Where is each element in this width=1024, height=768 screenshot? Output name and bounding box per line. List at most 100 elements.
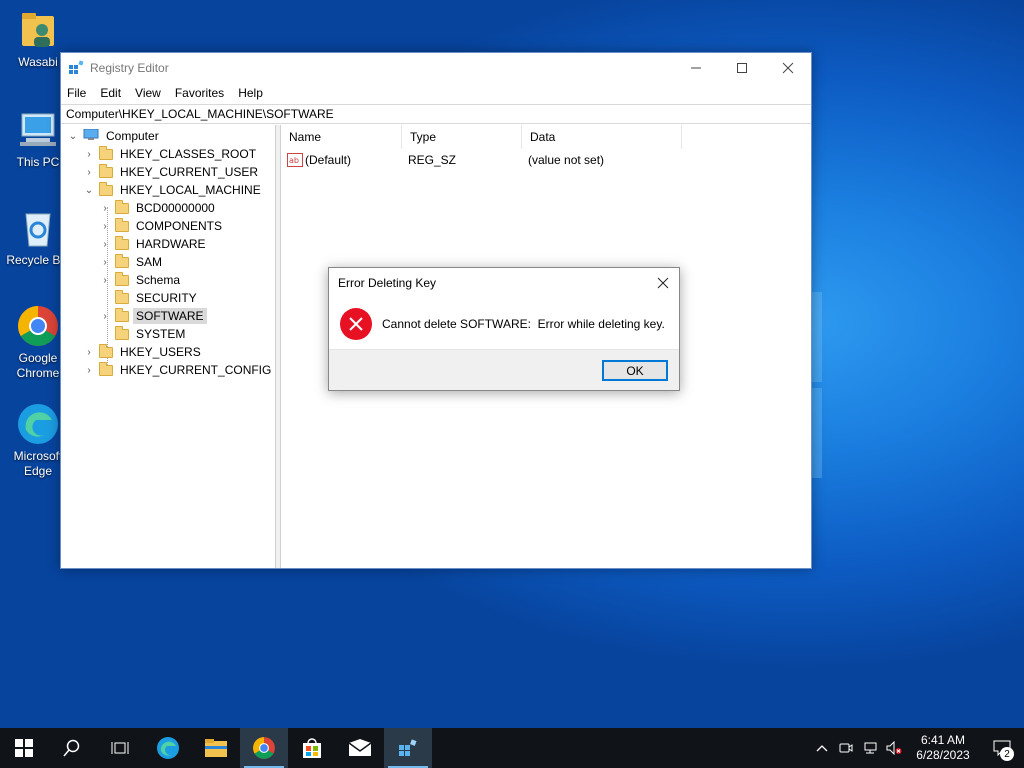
taskbar-edge[interactable]: [144, 728, 192, 768]
title-bar[interactable]: Registry Editor: [61, 53, 811, 83]
chevron-right-icon[interactable]: ›: [99, 274, 111, 286]
tree-item-schema[interactable]: › Schema: [99, 271, 183, 289]
task-view-icon: [111, 742, 129, 754]
chevron-down-icon[interactable]: ⌄: [67, 130, 79, 142]
volume-muted-icon[interactable]: [882, 728, 906, 768]
taskbar: 6:41 AM 6/28/2023 2: [0, 728, 1024, 768]
tree-item-hkey-local-machine[interactable]: ⌄ HKEY_LOCAL_MACHINE: [83, 181, 264, 199]
menu-help[interactable]: Help: [238, 86, 263, 100]
svg-text:ab: ab: [289, 156, 299, 165]
tree-item-hkey-current-config[interactable]: › HKEY_CURRENT_CONFIG: [83, 361, 274, 379]
folder-icon: [115, 199, 129, 214]
close-button[interactable]: [765, 53, 811, 83]
chrome-icon: [16, 304, 60, 348]
folder-icon: [115, 235, 129, 250]
action-center-button[interactable]: 2: [980, 728, 1024, 768]
tree-item-system[interactable]: SYSTEM: [99, 325, 188, 343]
menu-edit[interactable]: Edit: [100, 86, 121, 100]
menu-file[interactable]: File: [67, 86, 86, 100]
value-name: (Default): [305, 153, 352, 167]
column-header-data[interactable]: Data: [522, 125, 682, 149]
taskbar-mail[interactable]: [336, 728, 384, 768]
minimize-button[interactable]: [673, 53, 719, 83]
tree-item-security[interactable]: SECURITY: [99, 289, 200, 307]
chevron-right-icon[interactable]: ›: [99, 238, 111, 250]
chevron-right-icon[interactable]: ›: [83, 364, 95, 376]
computer-icon: [83, 128, 99, 144]
chevron-right-icon[interactable]: ›: [83, 346, 95, 358]
tree-item-hardware[interactable]: › HARDWARE: [99, 235, 209, 253]
menu-favorites[interactable]: Favorites: [175, 86, 224, 100]
chrome-icon: [253, 737, 275, 759]
chevron-right-icon[interactable]: ›: [99, 220, 111, 232]
meet-now-icon[interactable]: [834, 728, 858, 768]
folder-icon: [99, 361, 113, 376]
clock-time: 6:41 AM: [920, 733, 966, 747]
computer-icon: [16, 108, 60, 152]
address-bar[interactable]: Computer\HKEY_LOCAL_MACHINE\SOFTWARE: [61, 104, 811, 124]
error-dialog: Error Deleting Key Cannot delete SOFTWAR…: [328, 267, 680, 391]
value-data: (value not set): [528, 153, 605, 167]
chevron-right-icon[interactable]: ›: [99, 256, 111, 268]
chevron-right-icon[interactable]: ›: [99, 310, 111, 322]
taskbar-file-explorer[interactable]: [192, 728, 240, 768]
taskbar-store[interactable]: [288, 728, 336, 768]
ok-button[interactable]: OK: [602, 360, 668, 381]
menu-bar: File Edit View Favorites Help: [61, 83, 811, 103]
tree-item-software[interactable]: › SOFTWARE: [99, 307, 207, 325]
dialog-title: Error Deleting Key: [338, 276, 437, 290]
taskbar-regedit[interactable]: [384, 728, 432, 768]
tree-item-hkey-classes-root[interactable]: › HKEY_CLASSES_ROOT: [83, 145, 259, 163]
task-view-button[interactable]: [96, 728, 144, 768]
regedit-icon: [68, 60, 84, 76]
start-button[interactable]: [0, 728, 48, 768]
tree-item-hkey-current-user[interactable]: › HKEY_CURRENT_USER: [83, 163, 261, 181]
user-folder-icon: [16, 8, 60, 52]
column-header-type[interactable]: Type: [402, 125, 522, 149]
value-row[interactable]: ab (Default): [287, 151, 409, 169]
minimize-icon: [691, 67, 701, 69]
clock[interactable]: 6:41 AM 6/28/2023: [906, 733, 980, 763]
wallpaper-light-pane-top: [812, 292, 822, 382]
error-icon: [340, 308, 372, 340]
window-title: Registry Editor: [90, 61, 169, 75]
maximize-button[interactable]: [719, 53, 765, 83]
dialog-footer: OK: [329, 349, 679, 390]
recycle-bin-icon: [16, 206, 60, 250]
tree-item-hkey-users[interactable]: › HKEY_USERS: [83, 343, 204, 361]
clock-date: 6/28/2023: [916, 748, 970, 762]
menu-view[interactable]: View: [135, 86, 161, 100]
folder-icon: [115, 307, 129, 322]
chevron-right-icon[interactable]: ›: [83, 148, 95, 160]
network-icon[interactable]: [858, 728, 882, 768]
folder-icon: [115, 271, 129, 286]
folder-icon: [115, 217, 129, 232]
dialog-close-button[interactable]: [647, 269, 679, 297]
dialog-title-bar[interactable]: Error Deleting Key: [329, 268, 679, 298]
chevron-right-icon[interactable]: ›: [83, 166, 95, 178]
folder-icon: [99, 343, 113, 358]
value-type: REG_SZ: [408, 153, 457, 167]
search-button[interactable]: [48, 728, 96, 768]
column-header-name[interactable]: Name: [281, 125, 402, 149]
mail-icon: [348, 739, 372, 756]
edge-icon: [16, 402, 60, 446]
chevron-right-icon[interactable]: ›: [99, 202, 111, 214]
maximize-icon: [737, 63, 747, 73]
chevron-down-icon[interactable]: ⌄: [83, 184, 95, 196]
tree-item-components[interactable]: › COMPONENTS: [99, 217, 225, 235]
regedit-icon: [399, 739, 417, 756]
search-icon: [63, 739, 80, 757]
string-value-icon: ab: [287, 153, 303, 167]
system-tray: 6:41 AM 6/28/2023 2: [810, 728, 1024, 768]
tree-item-sam[interactable]: › SAM: [99, 253, 165, 271]
taskbar-chrome[interactable]: [240, 728, 288, 768]
tree-item-bcd00000000[interactable]: › BCD00000000: [99, 199, 218, 217]
folder-icon: [99, 163, 113, 178]
file-explorer-icon: [205, 739, 227, 757]
tree-item-computer[interactable]: ⌄ Computer: [67, 127, 162, 145]
dialog-message: Cannot delete SOFTWARE: Error while dele…: [382, 317, 665, 331]
folder-icon: [115, 325, 129, 340]
chevron-up-icon[interactable]: [810, 728, 834, 768]
dialog-body: Cannot delete SOFTWARE: Error while dele…: [329, 298, 679, 350]
